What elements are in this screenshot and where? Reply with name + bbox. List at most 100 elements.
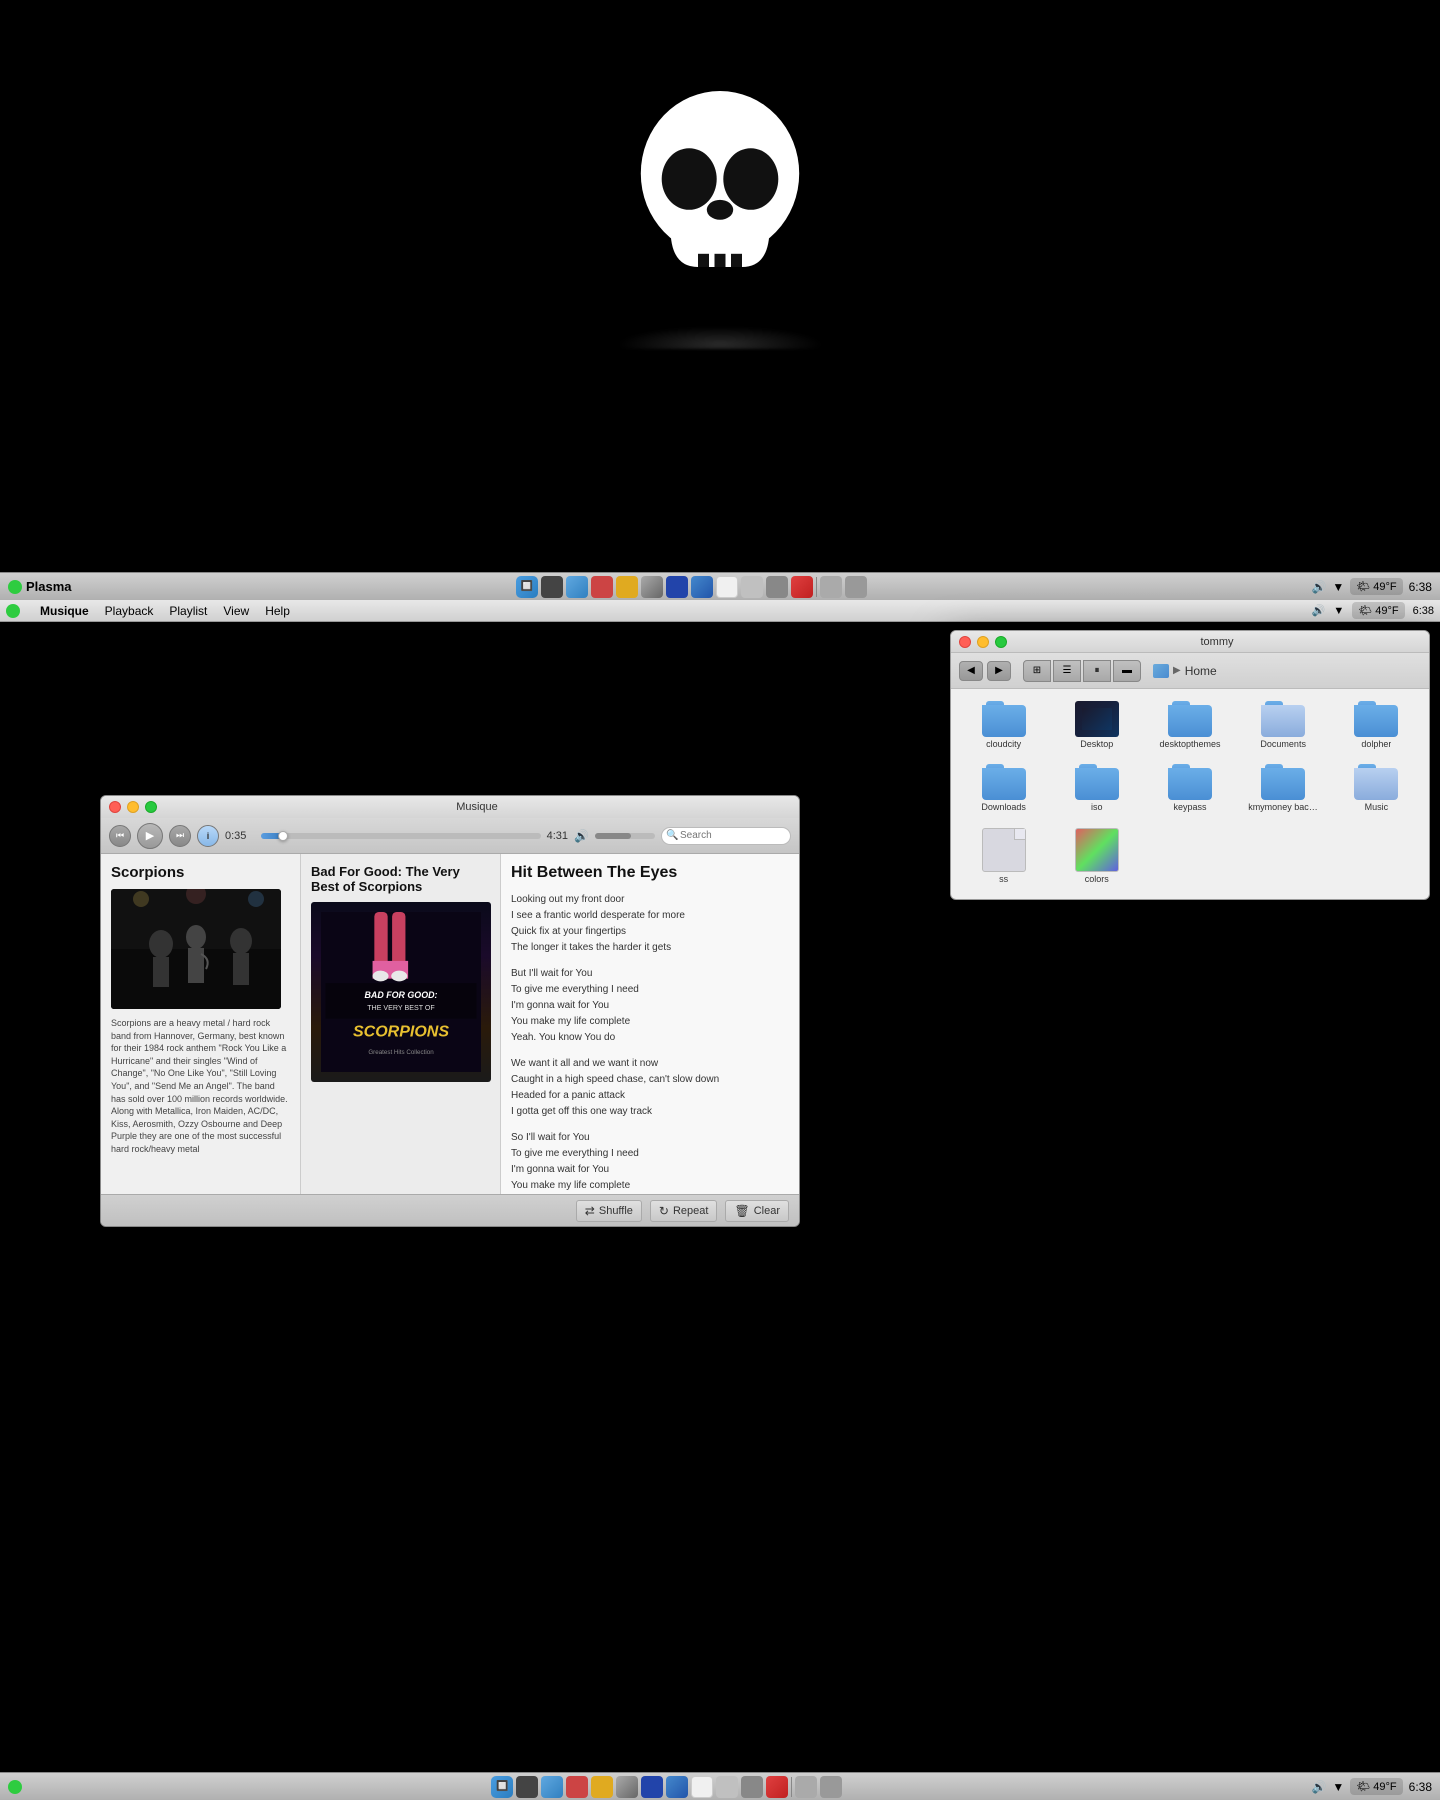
folder-label-iso: iso	[1091, 802, 1103, 812]
dock-icon-b4[interactable]	[591, 1776, 613, 1798]
dock-icon-11[interactable]	[791, 576, 813, 598]
dock-icon-8[interactable]	[716, 576, 738, 598]
info-btn[interactable]: i	[197, 825, 219, 847]
finder-item-music[interactable]: Music	[1332, 760, 1421, 819]
player-content: Scorpions	[101, 854, 799, 1194]
play-btn[interactable]: ▶	[137, 823, 163, 849]
volume-slider[interactable]	[595, 833, 655, 839]
dock-separator-bottom	[791, 1777, 792, 1797]
window-maximize-btn[interactable]	[995, 636, 1007, 648]
desktop-thumbnail-icon	[1075, 701, 1119, 737]
menu-playlist[interactable]: Playlist	[169, 604, 207, 618]
dock-icon-10[interactable]	[766, 576, 788, 598]
next-btn[interactable]: ⏭	[169, 825, 191, 847]
progress-bar[interactable]	[261, 833, 541, 839]
player-minimize-btn[interactable]	[127, 801, 139, 813]
dock-icon-6[interactable]	[666, 576, 688, 598]
lyrics-chorus2: So I'll wait for You To give me everythi…	[511, 1130, 789, 1194]
menu-view[interactable]: View	[223, 604, 249, 618]
svg-text:THE VERY BEST OF: THE VERY BEST OF	[367, 1004, 435, 1012]
view-list-btn[interactable]: ☰	[1053, 660, 1081, 682]
clear-btn[interactable]: 🗑 Clear	[725, 1200, 789, 1222]
desktop-bottom: Musique Playback Playlist View Help 🔊 ▼ …	[0, 600, 1440, 1800]
dock-icon-7[interactable]	[691, 576, 713, 598]
player-close-btn[interactable]	[109, 801, 121, 813]
finder-item-colors[interactable]: colors	[1052, 824, 1141, 891]
shuffle-btn[interactable]: ⇄ Shuffle	[576, 1200, 642, 1222]
dock-icon-3[interactable]	[591, 576, 613, 598]
lyrics-verse2: We want it all and we want it now Caught…	[511, 1056, 789, 1120]
dock-icon-b12[interactable]	[795, 1776, 817, 1798]
volume-icon-bottom: 🔊	[1312, 604, 1326, 617]
dock-icon-1[interactable]	[541, 576, 563, 598]
prev-btn[interactable]: ⏮	[109, 825, 131, 847]
weather-temp-taskbar-bottom: 49°F	[1373, 1781, 1396, 1793]
finder-forward-btn[interactable]: ▶	[987, 661, 1011, 681]
clock-taskbar-bottom: 6:38	[1409, 1780, 1432, 1794]
dock-icon-b1[interactable]	[516, 1776, 538, 1798]
dock-icon-b13[interactable]	[820, 1776, 842, 1798]
dock-icon-b5[interactable]	[616, 1776, 638, 1798]
player-footer: ⇄ Shuffle ↻ Repeat 🗑 Clear	[101, 1194, 799, 1226]
player-titlebar: Musique	[101, 796, 799, 818]
dock-icon-2[interactable]	[566, 576, 588, 598]
finder-item-desktop[interactable]: Desktop	[1052, 697, 1141, 756]
finder-dock-icon[interactable]: 🔲	[516, 576, 538, 598]
lyrics-chorus1: But I'll wait for You To give me everyth…	[511, 966, 789, 1046]
view-column-btn[interactable]: ⏸	[1083, 660, 1111, 682]
view-icon-btn[interactable]: ⊞	[1023, 660, 1051, 682]
player-maximize-btn[interactable]	[145, 801, 157, 813]
finder-item-downloads[interactable]: Downloads	[959, 760, 1048, 819]
dock-icon-b11[interactable]	[766, 1776, 788, 1798]
finder-item-iso[interactable]: iso	[1052, 760, 1141, 819]
dock-icon-12[interactable]	[820, 576, 842, 598]
finder-back-btn[interactable]: ◀	[959, 661, 983, 681]
apple-btn-bottom[interactable]	[6, 604, 20, 618]
taskbar-icons: 🔲	[516, 576, 867, 598]
weather-temp-bottom: 49°F	[1375, 605, 1398, 617]
dock-icon-b6[interactable]	[641, 1776, 663, 1798]
finder-item-keypass[interactable]: keypass	[1145, 760, 1234, 819]
apple-btn-taskbar-bottom[interactable]	[8, 1780, 22, 1794]
apple-menu-btn[interactable]	[8, 580, 22, 594]
dock-icon-4[interactable]	[616, 576, 638, 598]
dock-icon-b3[interactable]	[566, 1776, 588, 1798]
lyrics-text: Looking out my front door I see a franti…	[511, 892, 789, 1194]
menu-playback[interactable]: Playback	[105, 604, 154, 618]
finder-item-dolpher[interactable]: dolpher	[1332, 697, 1421, 756]
progress-knob[interactable]	[278, 831, 288, 841]
dock-icon-5[interactable]	[641, 576, 663, 598]
folder-label-music: Music	[1365, 802, 1389, 812]
menubar-right-bottom: 🔊 ▼ 🌤 49°F 6:38	[1312, 602, 1434, 619]
dock-icon-b7[interactable]	[666, 1776, 688, 1798]
taskbar-bottom: 🔲 🔊 ▼ 🌤 49°F 6:38	[0, 1772, 1440, 1800]
finder-item-cloudcity[interactable]: cloudcity	[959, 697, 1048, 756]
album-art: BAD FOR GOOD: THE VERY BEST OF SCORPIONS…	[311, 902, 491, 1082]
view-coverflow-btn[interactable]: ▬	[1113, 660, 1141, 682]
finder-item-documents[interactable]: Documents	[1239, 697, 1328, 756]
finder-item-desktopthemes[interactable]: desktopthemes	[1145, 697, 1234, 756]
menu-help[interactable]: Help	[265, 604, 290, 618]
window-close-btn[interactable]	[959, 636, 971, 648]
dock-icon-b2[interactable]	[541, 1776, 563, 1798]
dock-icon-b8[interactable]	[691, 1776, 713, 1798]
weather-icon: 🌤	[1356, 580, 1370, 593]
finder-item-ss[interactable]: ss	[959, 824, 1048, 891]
finder-item-kmymoney[interactable]: kmymoney backup	[1239, 760, 1328, 819]
dock-icon-b10[interactable]	[741, 1776, 763, 1798]
search-input[interactable]	[661, 827, 791, 845]
breadcrumb-arrow: ▶	[1173, 665, 1181, 676]
dock-icon-13[interactable]	[845, 576, 867, 598]
battery-icon-bottom: ▼	[1333, 605, 1344, 617]
finder-dock-icon-bottom[interactable]: 🔲	[491, 1776, 513, 1798]
dock-icon-b9[interactable]	[716, 1776, 738, 1798]
taskbar-right-bottom: 🔊 ▼ 🌤 49°F 6:38	[1311, 1778, 1432, 1795]
lyrics-panel: Hit Between The Eyes Looking out my fron…	[501, 854, 799, 1194]
finder-toolbar: ◀ ▶ ⊞ ☰ ⏸ ▬ ▶ Home	[951, 653, 1429, 689]
window-minimize-btn[interactable]	[977, 636, 989, 648]
repeat-btn[interactable]: ↻ Repeat	[650, 1200, 718, 1222]
folder-label-cloudcity: cloudcity	[986, 739, 1021, 749]
dock-icon-9[interactable]	[741, 576, 763, 598]
volume-icon-player: 🔊	[574, 829, 589, 843]
menu-app-name[interactable]: Musique	[40, 604, 89, 618]
